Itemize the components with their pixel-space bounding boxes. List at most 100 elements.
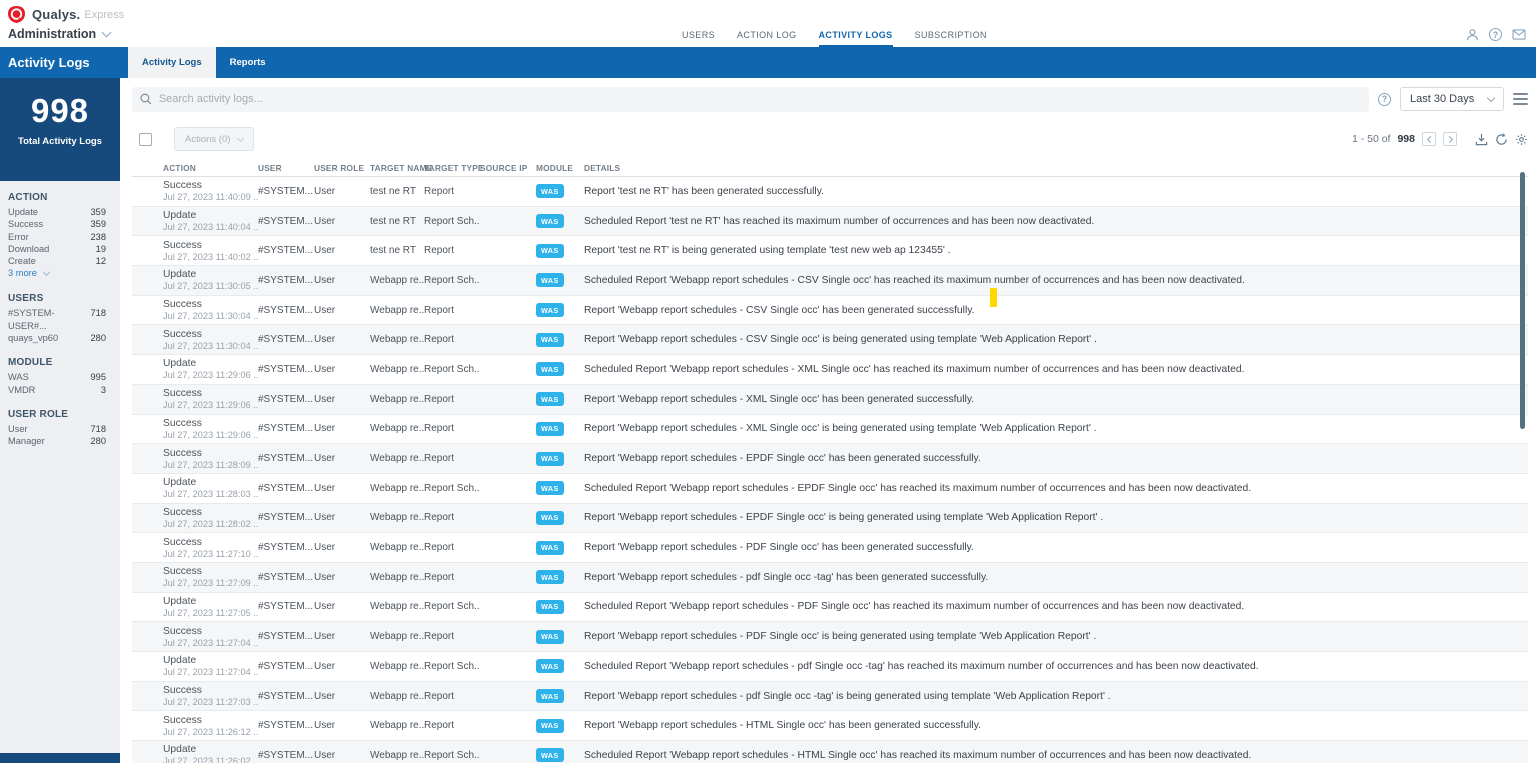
filter-item-error[interactable]: Error 238 bbox=[0, 231, 120, 243]
settings-gear-icon[interactable] bbox=[1515, 133, 1528, 146]
table-row[interactable]: Success Jul 27, 2023 11:29:06 ... #SYSTEM.… bbox=[132, 384, 1528, 415]
cell-details: Scheduled Report 'Webapp report schedule… bbox=[584, 601, 1245, 613]
table-row[interactable]: Update Jul 27, 2023 11:27:04 ... #SYSTEM..… bbox=[132, 652, 1528, 682]
tab-reports[interactable]: Reports bbox=[216, 47, 280, 78]
top-nav-activity-logs[interactable]: ACTIVITY LOGS bbox=[818, 30, 893, 47]
filter-section-user-role: USER ROLE User 718 Manager 280 bbox=[0, 409, 120, 448]
download-icon[interactable] bbox=[1475, 133, 1488, 146]
table-row[interactable]: Success Jul 27, 2023 11:27:04 ... #SYSTEM.… bbox=[132, 622, 1528, 652]
table-row[interactable]: Update Jul 27, 2023 11:29:06 ... #SYSTEM..… bbox=[132, 355, 1528, 385]
module-badge: WAS bbox=[536, 570, 564, 585]
cell-module: WAS bbox=[536, 540, 584, 555]
filter-item-label: quays_vp60 bbox=[8, 333, 59, 344]
column-header-user-role[interactable]: USER ROLE bbox=[314, 163, 370, 173]
table-row[interactable]: Success Jul 27, 2023 11:30:04 ... #SYSTEM.… bbox=[132, 325, 1528, 356]
table-row[interactable]: Update Jul 27, 2023 11:28:03 ... #SYSTEM..… bbox=[132, 474, 1528, 504]
actions-button[interactable]: Actions (0) bbox=[174, 127, 255, 151]
column-header-details[interactable]: DETAILS bbox=[584, 163, 1528, 173]
cell-details: Scheduled Report 'Webapp report schedule… bbox=[584, 482, 1252, 494]
user-icon[interactable] bbox=[1466, 28, 1479, 41]
menu-icon[interactable] bbox=[1513, 91, 1528, 107]
cell-user-role: User bbox=[314, 749, 336, 761]
table-row[interactable]: Success Jul 27, 2023 11:28:02 ... #SYSTEM.… bbox=[132, 503, 1528, 534]
cell-details: Report 'Webapp report schedules - CSV Si… bbox=[584, 304, 975, 316]
prev-page-button[interactable] bbox=[1422, 132, 1436, 146]
column-header-user[interactable]: USER bbox=[258, 163, 314, 173]
filter-section-users: USERS #SYSTEM-USER#... 718 quays_vp60 280 bbox=[0, 293, 120, 344]
table-row[interactable]: Update Jul 27, 2023 11:27:05 ... #SYSTEM..… bbox=[132, 593, 1528, 623]
administration-menu[interactable]: Administration bbox=[8, 27, 112, 41]
date-range-select[interactable]: Last 30 Days bbox=[1400, 87, 1504, 111]
cell-user: #SYSTEM... bbox=[258, 571, 314, 583]
filter-section-action: ACTION Update 359 Success 359 Error 238 Downloa… bbox=[0, 192, 120, 280]
search-help-icon[interactable]: ? bbox=[1378, 92, 1391, 106]
table-row[interactable]: Success Jul 27, 2023 11:27:03 ... #SYSTEM.… bbox=[132, 681, 1528, 712]
action-label: Success bbox=[163, 566, 202, 578]
table-row[interactable]: Update Jul 27, 2023 11:40:04 ... #SYSTEM..… bbox=[132, 206, 1528, 237]
action-label: Success bbox=[163, 299, 202, 311]
cell-target-type: Report bbox=[424, 185, 455, 197]
cell-target-type: Report bbox=[424, 245, 455, 257]
column-header-action[interactable]: ACTION bbox=[163, 163, 258, 173]
top-nav-users[interactable]: USERS bbox=[682, 30, 715, 47]
module-badge: WAS bbox=[536, 481, 564, 496]
cell-details: Report 'Webapp report schedules - XML Si… bbox=[584, 393, 975, 405]
table-row[interactable]: Success Jul 27, 2023 11:29:06 ... #SYSTEM.… bbox=[132, 415, 1528, 445]
cell-user: #SYSTEM... bbox=[258, 690, 314, 702]
filter-item-user[interactable]: User 718 bbox=[0, 423, 120, 435]
tab-activity-logs[interactable]: Activity Logs bbox=[128, 47, 216, 78]
next-page-button[interactable] bbox=[1443, 132, 1457, 146]
top-nav-action-log[interactable]: ACTION LOG bbox=[737, 30, 797, 47]
module-badge: WAS bbox=[536, 748, 564, 763]
mail-icon[interactable] bbox=[1512, 29, 1526, 40]
table-row[interactable]: Success Jul 27, 2023 11:30:04 ... #SYSTEM.… bbox=[132, 296, 1528, 326]
filter-item-count: 995 bbox=[90, 372, 106, 383]
cell-module: WAS bbox=[536, 481, 584, 496]
refresh-icon[interactable] bbox=[1495, 133, 1508, 146]
table-row[interactable]: Success Jul 27, 2023 11:28:09 ... #SYSTEM.… bbox=[132, 444, 1528, 474]
filter-item-create[interactable]: Create 12 bbox=[0, 255, 120, 267]
table-row[interactable]: Success Jul 27, 2023 11:26:12 ... #SYSTEM.… bbox=[132, 711, 1528, 742]
table-row[interactable]: Success Jul 27, 2023 11:40:02 ... #SYSTEM.… bbox=[132, 236, 1528, 267]
filter-item-was[interactable]: WAS 995 bbox=[0, 371, 120, 383]
column-header-target-name[interactable]: TARGET NAME bbox=[370, 163, 432, 173]
table-row[interactable]: Success Jul 27, 2023 11:27:10 ... #SYSTEM.… bbox=[132, 533, 1528, 563]
cell-user-role: User bbox=[314, 274, 336, 286]
filter-item-quays-vp60[interactable]: quays_vp60 280 bbox=[0, 332, 120, 344]
column-header-source-ip[interactable]: SOURCE IP bbox=[480, 163, 536, 173]
cell-target-type: Report Sch... bbox=[424, 274, 480, 286]
action-label: Update bbox=[163, 358, 197, 370]
cell-action: Update Jul 27, 2023 11:27:04 ... bbox=[163, 655, 258, 677]
table-row[interactable]: Update Jul 27, 2023 11:30:05 ... #SYSTEM..… bbox=[132, 266, 1528, 296]
cell-target-name: Webapp re... bbox=[370, 749, 424, 761]
column-header-target-type[interactable]: TARGET TYPE bbox=[424, 163, 483, 173]
select-all-checkbox[interactable] bbox=[139, 132, 152, 146]
cell-target-name: Webapp re... bbox=[370, 274, 424, 286]
cell-action: Success Jul 27, 2023 11:27:03 ... bbox=[163, 685, 258, 707]
table-row[interactable]: Success Jul 27, 2023 11:27:09 ... #SYSTEM.… bbox=[132, 562, 1528, 593]
action-timestamp: Jul 27, 2023 11:28:09 ... bbox=[163, 459, 258, 470]
cell-module: WAS bbox=[536, 718, 584, 733]
cell-module: WAS bbox=[536, 273, 584, 288]
cell-target-type: Report Sch... bbox=[424, 749, 480, 761]
total-count-label: Total Activity Logs bbox=[18, 136, 102, 147]
help-icon[interactable]: ? bbox=[1489, 28, 1502, 41]
filter-item-update[interactable]: Update 359 bbox=[0, 206, 120, 218]
filter-item-success[interactable]: Success 359 bbox=[0, 218, 120, 230]
filter-item-download[interactable]: Download 19 bbox=[0, 243, 120, 255]
filter-item-system-user[interactable]: #SYSTEM-USER#... 718 bbox=[0, 307, 120, 332]
search-box[interactable] bbox=[132, 86, 1369, 112]
search-input[interactable] bbox=[158, 93, 1361, 105]
action-timestamp: Jul 27, 2023 11:40:02 ... bbox=[163, 251, 258, 262]
filter-item-manager[interactable]: Manager 280 bbox=[0, 435, 120, 447]
column-header-module[interactable]: MODULE bbox=[536, 163, 584, 173]
filter-more-link[interactable]: 3 more bbox=[0, 267, 120, 280]
vertical-scrollbar[interactable] bbox=[1520, 172, 1525, 429]
cell-target-name: Webapp re... bbox=[370, 601, 424, 613]
table-row[interactable]: Success Jul 27, 2023 11:40:09 ... #SYSTEM.… bbox=[132, 177, 1528, 207]
module-badge: WAS bbox=[536, 599, 564, 614]
cell-module: WAS bbox=[536, 243, 584, 258]
table-row[interactable]: Update Jul 27, 2023 11:26:02 ... #SYSTEM..… bbox=[132, 741, 1528, 763]
filter-item-vmdr[interactable]: VMDR 3 bbox=[0, 384, 120, 396]
top-nav-subscription[interactable]: SUBSCRIPTION bbox=[915, 30, 987, 47]
